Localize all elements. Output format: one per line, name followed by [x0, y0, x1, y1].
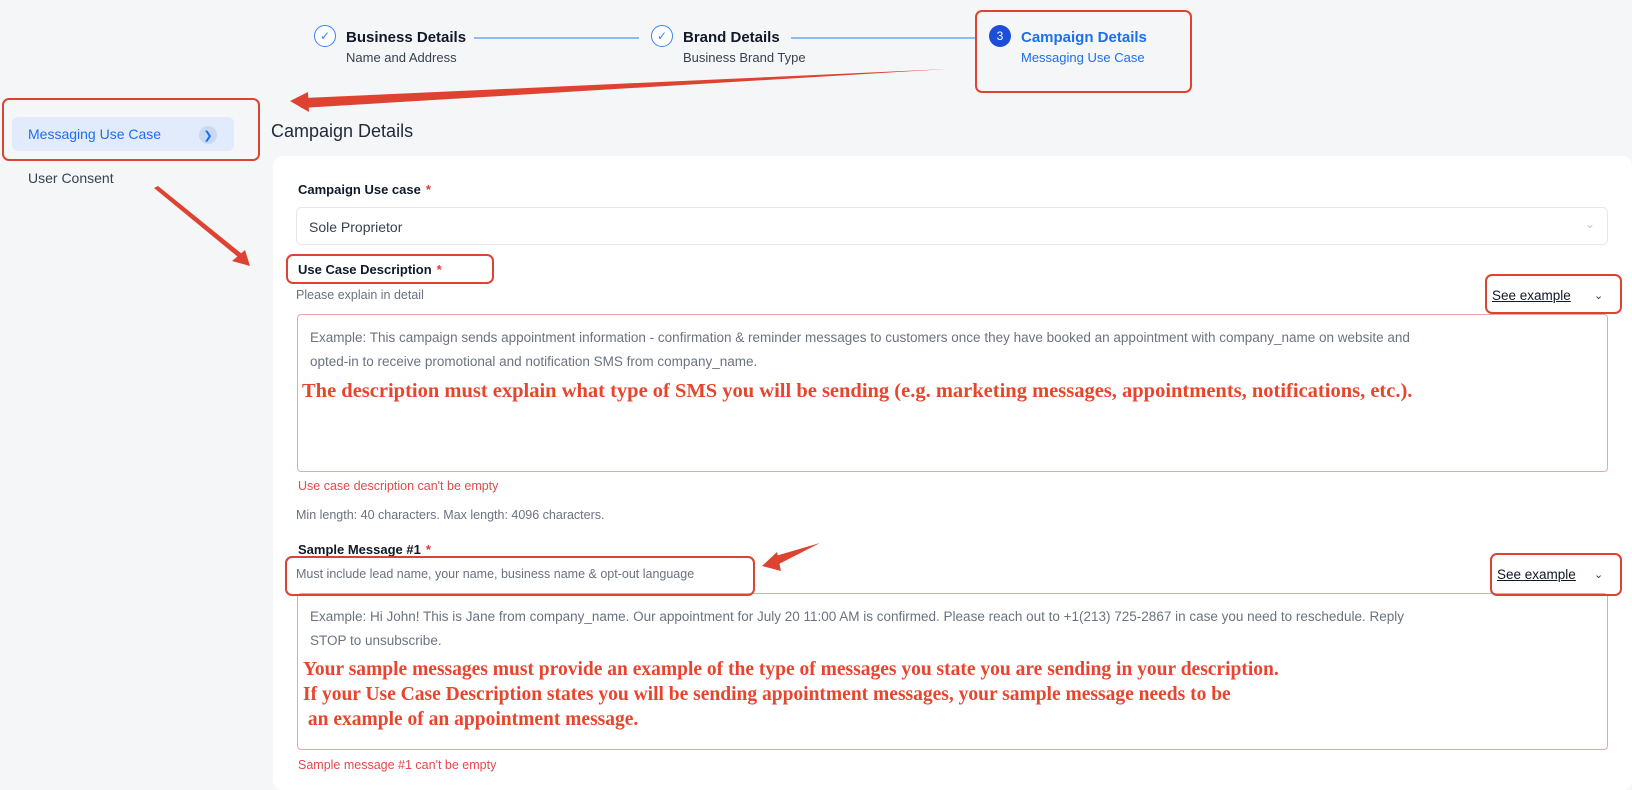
arrow-to-description — [154, 186, 242, 257]
annotation-arrows — [154, 69, 948, 571]
arrow-head — [290, 92, 309, 112]
arrow-to-sidebar — [301, 69, 948, 108]
arrow-head — [762, 552, 781, 571]
